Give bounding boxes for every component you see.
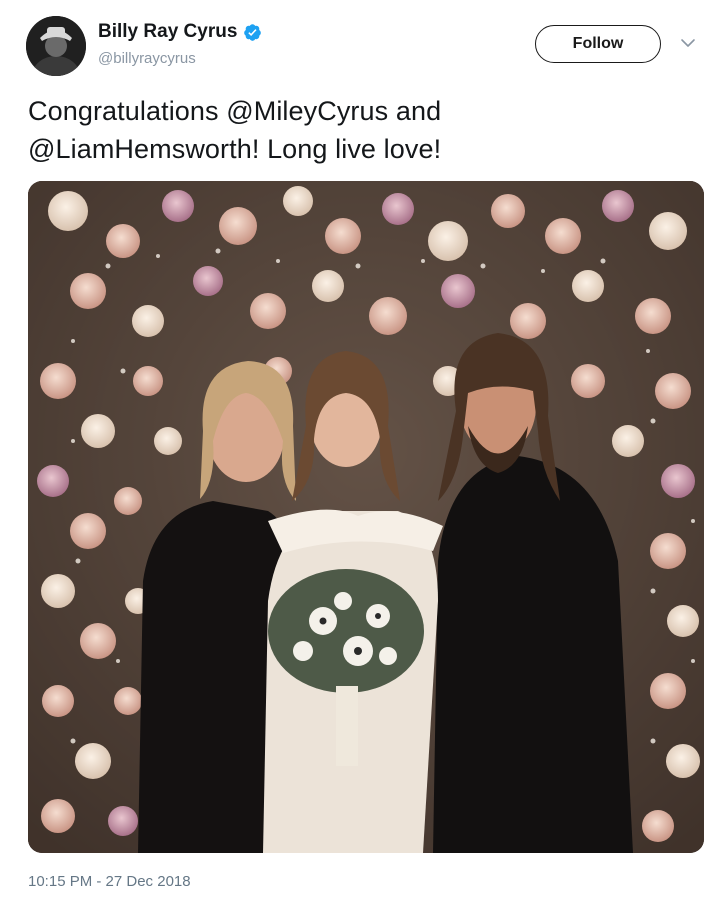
profile-avatar[interactable] [26,16,86,76]
tweet-photo[interactable] [28,181,704,853]
tweet-text-line: Congratulations @MileyCyrus and [28,96,442,126]
wedding-photo [28,181,704,853]
tweet-timestamp[interactable]: 10:15 PM - 27 Dec 2018 [28,873,191,890]
tweet-card: Billy Ray Cyrus @billyraycyrus Follow Co… [0,0,720,898]
chevron-down-icon[interactable] [680,37,696,49]
author-display-name[interactable]: Billy Ray Cyrus [98,21,237,43]
author-handle[interactable]: @billyraycyrus [98,50,196,67]
verified-badge-icon [243,23,262,42]
author-name-row: Billy Ray Cyrus [98,18,262,46]
tweet-text-line: @LiamHemsworth! Long live love! [28,134,442,164]
follow-button[interactable]: Follow [535,25,661,63]
tweet-text: Congratulations @MileyCyrus and @LiamHem… [28,92,688,168]
avatar-icon [26,16,86,76]
